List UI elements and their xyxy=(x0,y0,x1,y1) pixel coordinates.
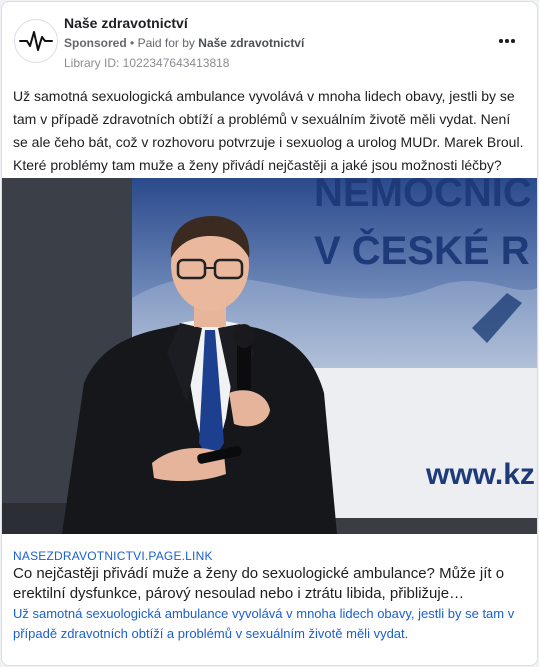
banner-text-line2: V ČESKÉ R xyxy=(314,227,530,273)
library-id: Library ID: 1022347643413818 xyxy=(64,56,230,70)
post-image[interactable]: NEMOCNIC V ČESKÉ R www.kz xyxy=(2,178,537,534)
banner-text-line1: NEMOCNIC xyxy=(314,178,532,215)
speaker-photo: NEMOCNIC V ČESKÉ R www.kz xyxy=(2,178,537,534)
paid-for-prefix: Paid for by xyxy=(137,36,195,50)
sponsored-post-card: Naše zdravotnictví Sponsored • Paid for … xyxy=(1,1,538,666)
post-header: Naše zdravotnictví Sponsored • Paid for … xyxy=(2,2,537,78)
page-avatar[interactable] xyxy=(14,19,58,63)
more-options-button[interactable] xyxy=(494,31,520,51)
link-domain[interactable]: NASEZDRAVOTNICTVI.PAGE.LINK xyxy=(13,549,213,563)
post-body-text: Už samotná sexuologická ambulance vyvolá… xyxy=(13,88,524,173)
meta-separator: • xyxy=(130,36,138,50)
paid-for-name[interactable]: Naše zdravotnictví xyxy=(198,36,304,50)
sponsored-meta: Sponsored • Paid for by Naše zdravotnict… xyxy=(64,36,304,50)
banner-url-text: www.kz xyxy=(425,458,535,491)
link-description[interactable]: Už samotná sexuologická ambulance vyvolá… xyxy=(13,604,528,644)
link-headline[interactable]: Co nejčastěji přivádí muže a ženy do sex… xyxy=(13,564,528,604)
link-preview[interactable]: NASEZDRAVOTNICTVI.PAGE.LINK Co nejčastěj… xyxy=(2,534,537,665)
sponsored-label: Sponsored xyxy=(64,36,127,50)
heartbeat-pulse-icon xyxy=(19,31,53,51)
page-name[interactable]: Naše zdravotnictví xyxy=(64,15,188,31)
more-options-icon xyxy=(499,39,503,43)
